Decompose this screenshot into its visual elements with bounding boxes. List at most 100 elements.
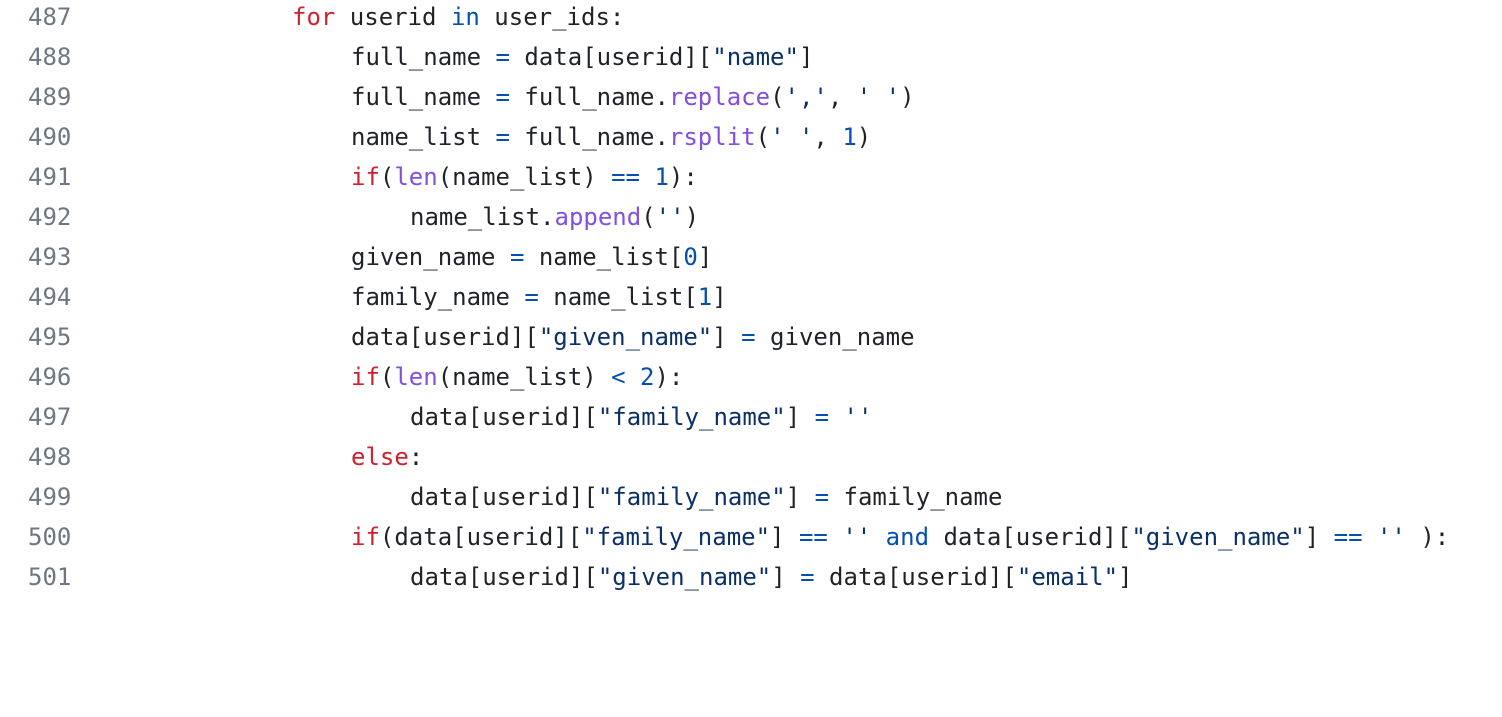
code-text[interactable]: else: (351, 437, 423, 477)
line-number: 493 (28, 243, 72, 271)
code-token-operator: < (611, 363, 626, 391)
code-token-plain: full_name (351, 83, 496, 111)
code-token-string: '' (1376, 523, 1406, 551)
code-token-keyword2: and (885, 523, 930, 551)
code-token-operator: = (814, 403, 830, 431)
code-token-plain: ] (785, 403, 815, 431)
code-token-plain: ) (900, 83, 915, 111)
code-token-operator: = (800, 563, 815, 591)
code-text[interactable]: full_name = data[userid]["name"] (351, 37, 813, 77)
code-line[interactable]: 488 full_name = data[userid]["name"] (0, 37, 1502, 77)
code-line[interactable]: 487 for userid in user_ids: (0, 0, 1502, 37)
code-token-plain: ): (654, 363, 684, 391)
code-token-plain: (data[userid][ (379, 523, 583, 551)
code-token-plain: ] (1118, 563, 1133, 591)
code-token-plain: ] (798, 43, 814, 71)
code-token-func: len (394, 363, 438, 391)
code-token-plain: ): (668, 163, 698, 191)
code-line[interactable]: 489 full_name = full_name.replace(',', '… (0, 77, 1502, 117)
code-token-string: "given_name" (597, 563, 772, 591)
code-token-plain: ( (770, 83, 785, 111)
code-token-operator: == (798, 523, 828, 551)
code-token-plain: name_list. (410, 203, 555, 231)
code-token-plain: ] (771, 563, 801, 591)
code-text[interactable]: full_name = full_name.replace(',', ' ') (351, 77, 915, 117)
code-token-plain: name_list (351, 123, 496, 151)
code-editor[interactable]: 487 for userid in user_ids: 488 full_nam… (0, 0, 1502, 600)
code-token-plain: (name_list) (437, 363, 612, 391)
line-number: 498 (28, 443, 72, 471)
code-token-keyword: else (351, 443, 409, 471)
code-line[interactable]: 493 given_name = name_list[0] (0, 237, 1502, 277)
code-token-plain: (name_list) (437, 163, 612, 191)
line-number: 500 (28, 523, 72, 551)
code-token-operator: = (509, 243, 525, 271)
code-text[interactable]: family_name = name_list[1] (351, 277, 727, 317)
code-token-plain: ) (856, 123, 872, 151)
code-token-number: 2 (640, 363, 655, 391)
code-token-operator: = (814, 483, 830, 511)
code-token-number: 1 (697, 283, 713, 311)
code-line[interactable]: 500 if(data[userid]["family_name"] == ''… (0, 517, 1502, 557)
code-token-keyword: if (351, 363, 380, 391)
line-number: 491 (28, 163, 72, 191)
code-text[interactable]: if(data[userid]["family_name"] == '' and… (351, 517, 1449, 557)
code-token-plain: data[userid][ (410, 563, 598, 591)
code-token-plain: data[userid][ (509, 43, 713, 71)
code-token-plain: ] (785, 483, 815, 511)
code-token-plain: userid (335, 3, 451, 31)
code-token-string: "name" (712, 43, 799, 71)
code-token-func: len (394, 163, 438, 191)
code-token-plain: , (827, 83, 857, 111)
code-token-plain: ] (1304, 523, 1334, 551)
line-number: 492 (28, 203, 72, 231)
code-line[interactable]: 496 if(len(name_list) < 2): (0, 357, 1502, 397)
code-text[interactable]: data[userid]["given_name"] = given_name (351, 317, 915, 357)
code-token-operator: == (1333, 523, 1363, 551)
code-text[interactable]: data[userid]["family_name"] = '' (410, 397, 872, 437)
code-token-plain: name_list[ (538, 283, 698, 311)
code-token-plain: full_name. (509, 83, 669, 111)
code-text[interactable]: name_list.append('') (410, 197, 699, 237)
code-token-operator: == (611, 163, 641, 191)
code-token-func: replace (668, 83, 771, 111)
code-line[interactable]: 498 else: (0, 437, 1502, 477)
code-token-plain: data[userid][ (351, 323, 539, 351)
code-text[interactable]: name_list = full_name.rsplit(' ', 1) (351, 117, 871, 157)
code-token-plain: name_list[ (524, 243, 684, 271)
code-line[interactable]: 494 family_name = name_list[1] (0, 277, 1502, 317)
line-number: 488 (28, 43, 72, 71)
code-token-string: "family_name" (582, 523, 771, 551)
code-token-number: 1 (842, 123, 857, 151)
line-number: 499 (28, 483, 72, 511)
code-token-keyword: if (351, 523, 380, 551)
code-token-plain: ): (1405, 523, 1450, 551)
code-text[interactable]: given_name = name_list[0] (351, 237, 712, 277)
code-line[interactable]: 499 data[userid]["family_name"] = family… (0, 477, 1502, 517)
code-line[interactable]: 495 data[userid]["given_name"] = given_n… (0, 317, 1502, 357)
code-token-plain: data[userid][ (814, 563, 1017, 591)
code-text[interactable]: if(len(name_list) == 1): (351, 157, 698, 197)
code-line[interactable]: 492 name_list.append('') (0, 197, 1502, 237)
line-number: 490 (28, 123, 72, 151)
code-token-plain: family_name (351, 283, 525, 311)
code-text[interactable]: data[userid]["given_name"] = data[userid… (410, 557, 1133, 597)
code-text[interactable]: if(len(name_list) < 2): (351, 357, 683, 397)
code-token-func: rsplit (668, 123, 756, 151)
code-token-plain: ( (755, 123, 771, 151)
code-line[interactable]: 501 data[userid]["given_name"] = data[us… (0, 557, 1502, 597)
code-line[interactable]: 497 data[userid]["family_name"] = '' (0, 397, 1502, 437)
code-token-string: "family_name" (597, 403, 786, 431)
code-text[interactable]: data[userid]["family_name"] = family_nam… (410, 477, 1002, 517)
code-line[interactable]: 491 if(len(name_list) == 1): (0, 157, 1502, 197)
code-token-keyword2: in (450, 3, 480, 31)
code-token-plain: ( (379, 363, 395, 391)
code-token-operator: = (495, 43, 510, 71)
code-line[interactable]: 490 name_list = full_name.rsplit(' ', 1) (0, 117, 1502, 157)
code-token-plain: ( (379, 163, 395, 191)
code-text[interactable]: for userid in user_ids: (292, 0, 624, 37)
